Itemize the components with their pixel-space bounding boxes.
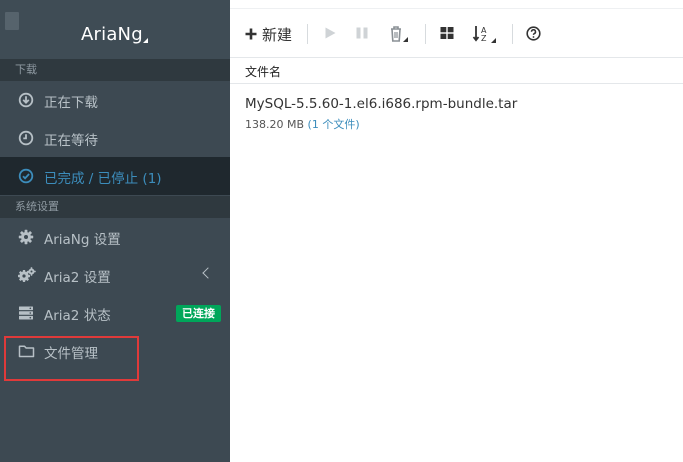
plus-icon [244, 27, 258, 41]
server-icon [18, 305, 34, 321]
sidebar-item-label: 已完成 / 已停止 (1) [44, 171, 162, 187]
toolbar: 新建 AZ [230, 8, 683, 58]
sidebar-item-waiting[interactable]: 正在等待 [0, 119, 230, 157]
sidebar-toggle-icon[interactable] [5, 12, 19, 30]
sidebar-item-label: AriaNg 设置 [44, 232, 121, 248]
brand-caret-icon [143, 38, 148, 43]
brand-bar[interactable]: AriaNg [0, 0, 230, 59]
task-row[interactable]: MySQL-5.5.60-1.el6.i686.rpm-bundle.tar 1… [230, 85, 683, 139]
svg-text:Z: Z [481, 34, 487, 43]
toolbar-divider [512, 24, 513, 44]
toolbar-divider [425, 24, 426, 44]
section-header-download: 下载 [0, 59, 230, 81]
sidebar-item-label: Aria2 设置 [44, 270, 111, 286]
check-circle-icon [18, 168, 34, 184]
pause-icon [355, 26, 369, 40]
annotation-highlight-box [4, 336, 139, 381]
trash-icon [388, 25, 410, 43]
brand-title[interactable]: AriaNg [81, 24, 143, 45]
sidebar: AriaNg 下载 正在下载 正在等待 已完成 / 已停止 (1) 系统设置 A… [0, 0, 230, 462]
section-header-settings: 系统设置 [0, 196, 230, 218]
play-icon [323, 26, 337, 40]
main-content: 新建 AZ 文件名 MySQL-5.5.60-1.el6.i686.rpm-bu… [230, 0, 683, 462]
arrow-down-circle-icon [18, 92, 34, 108]
task-meta: 138.20 MB (1 个文件) [245, 116, 360, 132]
new-task-label: 新建 [262, 26, 293, 44]
gear-icon [18, 229, 34, 245]
task-name[interactable]: MySQL-5.5.60-1.el6.i686.rpm-bundle.tar [245, 96, 517, 112]
sidebar-item-label: 正在下载 [44, 95, 98, 111]
column-header-filename[interactable]: 文件名 [245, 63, 281, 80]
column-header-row: 文件名 [230, 58, 683, 84]
sidebar-item-label: 正在等待 [44, 133, 98, 149]
toolbar-divider [307, 24, 308, 44]
clock-icon [18, 130, 34, 146]
grid-icon [440, 26, 454, 40]
connection-status-badge: 已连接 [176, 305, 221, 322]
sidebar-item-downloading[interactable]: 正在下载 [0, 81, 230, 119]
chevron-left-icon [202, 267, 214, 279]
sidebar-item-stopped[interactable]: 已完成 / 已停止 (1) [0, 157, 230, 195]
task-size: 138.20 MB [245, 118, 305, 131]
sidebar-item-aria2-status[interactable]: Aria2 状态 已连接 [0, 294, 230, 332]
sort-alpha-icon: AZ [472, 24, 498, 44]
sidebar-item-aria2-settings[interactable]: Aria2 设置 [0, 256, 230, 294]
task-files-link[interactable]: (1 个文件) [308, 118, 360, 131]
gears-icon [18, 267, 36, 283]
sidebar-item-label: Aria2 状态 [44, 308, 111, 324]
question-circle-icon [526, 26, 541, 41]
sidebar-item-ariang-settings[interactable]: AriaNg 设置 [0, 218, 230, 256]
